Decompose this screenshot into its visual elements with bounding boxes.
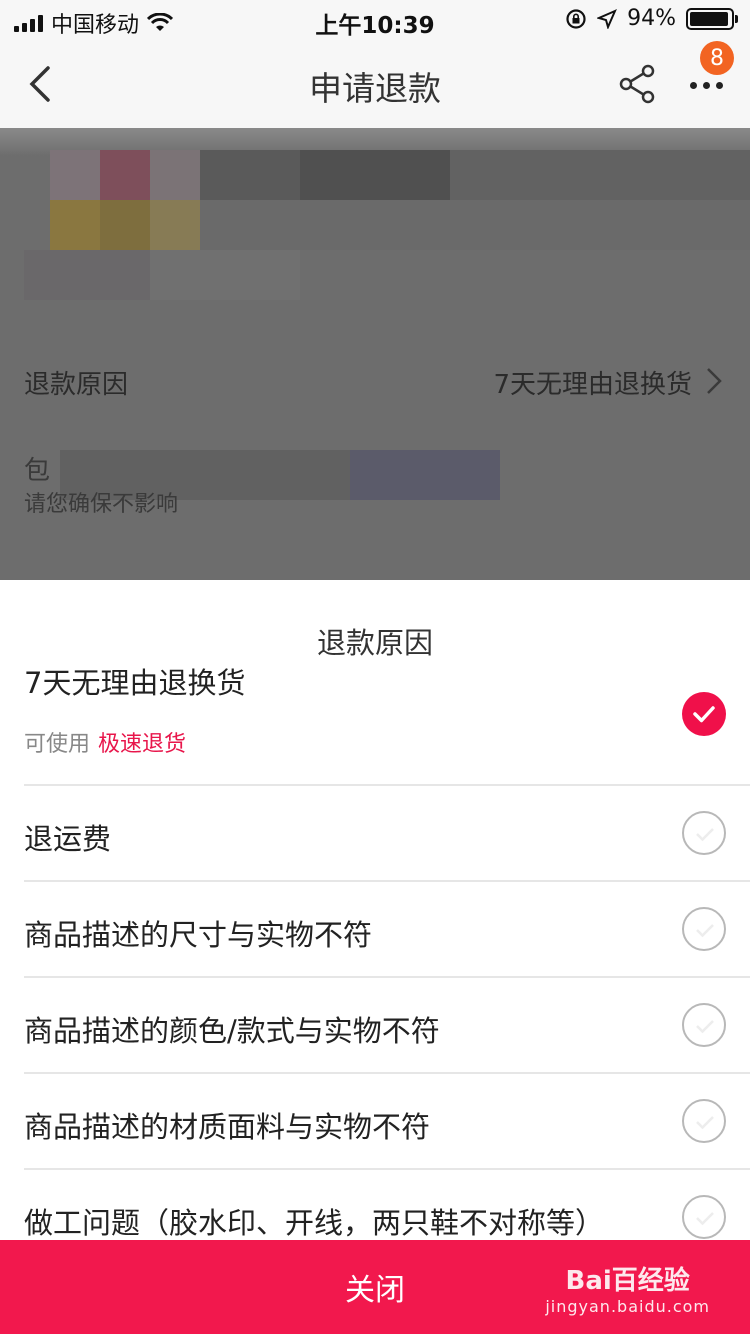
refund-reason-sheet: 退款原因 7天无理由退换货 可使用 极速退货 退运费 商品描述的尺寸与实物不符 商… xyxy=(0,580,750,1240)
radio-checked[interactable] xyxy=(682,692,726,736)
pixelated-product-image xyxy=(0,150,750,330)
reason-option-label: 商品描述的颜色/款式与实物不符 xyxy=(24,1014,440,1048)
reason-option[interactable]: 商品描述的尺寸与实物不符 xyxy=(24,882,750,978)
reason-option[interactable]: 做工问题（胶水印、开线，两只鞋不对称等） xyxy=(24,1170,750,1240)
watermark-main: Bai百经验 xyxy=(565,1266,690,1296)
status-bar: 中国移动 上午10:39 94% xyxy=(0,0,750,40)
location-icon xyxy=(597,8,618,29)
share-icon[interactable] xyxy=(616,62,660,106)
radio-unchecked[interactable] xyxy=(682,811,726,855)
battery-icon xyxy=(686,7,738,30)
chevron-right-icon xyxy=(707,368,722,394)
bg-reason-value: 7天无理由退换货 xyxy=(493,370,692,400)
notification-badge: 8 xyxy=(700,41,734,75)
status-right: 94% xyxy=(565,6,738,31)
watermark-sub: jingyan.baidu.com xyxy=(545,1297,710,1316)
rotation-lock-icon xyxy=(566,8,586,29)
reason-option-label: 退运费 xyxy=(24,822,112,856)
check-icon xyxy=(696,1020,714,1034)
fast-return-link[interactable]: 极速退货 xyxy=(98,732,186,757)
bg-obscured-block-2 xyxy=(350,450,500,500)
battery-percent: 94% xyxy=(627,6,676,31)
reason-option-label: 做工问题（胶水印、开线，两只鞋不对称等） xyxy=(24,1206,605,1240)
check-icon xyxy=(693,706,715,723)
battery-fill xyxy=(690,11,728,26)
bg-obscured-line-1: 包 xyxy=(24,456,51,486)
reason-option[interactable]: 退运费 xyxy=(24,786,750,882)
dimmed-background: 退款原因 7天无理由退换货 包 请您确保不影响 xyxy=(0,128,750,580)
check-icon xyxy=(696,924,714,938)
radio-unchecked[interactable] xyxy=(682,1099,726,1143)
reason-option-label: 商品描述的材质面料与实物不符 xyxy=(24,1110,431,1144)
check-icon xyxy=(696,828,714,842)
nav-bar: 申请退款 xyxy=(0,40,750,128)
bg-reason-label: 退款原因 xyxy=(24,370,129,400)
reason-option-label: 商品描述的尺寸与实物不符 xyxy=(24,918,373,952)
radio-unchecked[interactable] xyxy=(682,907,726,951)
radio-unchecked[interactable] xyxy=(682,1003,726,1047)
check-icon xyxy=(696,1116,714,1130)
reason-option-sub: 可使用 极速退货 xyxy=(24,726,186,758)
more-icon[interactable] xyxy=(684,70,728,100)
reason-option[interactable]: 商品描述的颜色/款式与实物不符 xyxy=(24,978,750,1074)
reason-option[interactable]: 商品描述的材质面料与实物不符 xyxy=(24,1074,750,1170)
radio-unchecked[interactable] xyxy=(682,1195,726,1239)
reason-option[interactable]: 7天无理由退换货 可使用 极速退货 xyxy=(24,664,750,786)
close-button-label: 关闭 xyxy=(345,1273,405,1308)
bg-obscured-line-2: 请您确保不影响 xyxy=(24,492,179,517)
watermark-logo: Bai百经验 jingyan.baidu.com xyxy=(545,1260,710,1316)
check-icon xyxy=(696,1212,714,1226)
reason-option-label: 7天无理由退换货 xyxy=(24,666,246,700)
sub-muted-text: 可使用 xyxy=(24,732,91,757)
sheet-title: 退款原因 xyxy=(316,626,433,660)
